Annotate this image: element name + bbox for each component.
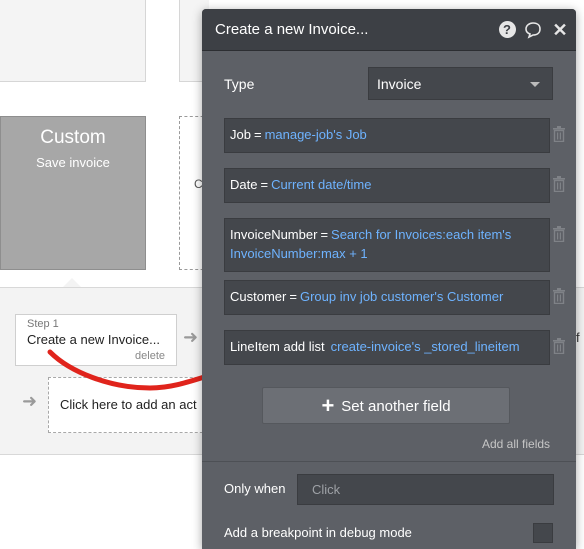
field-row-invoice-number[interactable]: InvoiceNumber = Search for Invoices:each i… <box>224 218 550 272</box>
trash-icon[interactable] <box>552 288 566 304</box>
arrow-right-icon: ➜ <box>183 327 199 347</box>
add-action-text: Click here to add an act <box>60 397 197 412</box>
trash-icon[interactable] <box>552 226 566 242</box>
field-equals: = <box>260 177 269 192</box>
only-when-condition-input[interactable]: Click <box>297 474 554 505</box>
field-name: Date <box>230 177 258 192</box>
step-delete-link[interactable]: delete <box>135 350 165 362</box>
field-value-expression[interactable]: manage-job's Job <box>265 127 367 142</box>
field-row-customer[interactable]: Customer = Group inv job customer's Custom… <box>224 280 550 315</box>
only-when-label: Only when <box>224 481 286 496</box>
trash-icon[interactable] <box>552 338 566 354</box>
arrow-right-icon: ➜ <box>22 391 38 411</box>
trash-icon[interactable] <box>552 126 566 142</box>
add-action-placeholder[interactable]: Click here to add an act <box>48 377 218 433</box>
set-another-field-label: Set another field <box>341 398 451 415</box>
type-dropdown[interactable]: Invoice <box>368 67 553 100</box>
breakpoint-checkbox[interactable] <box>533 523 553 543</box>
field-name: Job <box>230 127 251 142</box>
step-card[interactable]: Step 1 Create a new Invoice... delete <box>15 314 177 366</box>
field-name: InvoiceNumber <box>230 227 318 242</box>
editor-header[interactable]: Create a new Invoice... ? ✕ <box>202 9 576 51</box>
plus-icon: + <box>321 393 335 418</box>
comment-icon[interactable] <box>523 20 543 40</box>
step-number-label: Step 1 <box>27 318 59 330</box>
help-icon[interactable]: ? <box>497 20 517 40</box>
field-equals: = <box>253 127 262 142</box>
clipped-text: f <box>576 330 580 345</box>
editor-title: Create a new Invoice... <box>215 21 369 38</box>
panel-caret <box>63 278 81 287</box>
editor-divider <box>202 461 576 462</box>
close-icon[interactable]: ✕ <box>550 20 570 40</box>
type-dropdown-value: Invoice <box>377 76 422 92</box>
field-name: LineItem add list <box>230 339 325 354</box>
set-another-field-button[interactable]: + Set another field <box>262 387 510 424</box>
custom-event-block[interactable]: Custom Save invoice <box>0 116 146 270</box>
custom-event-title: Custom <box>40 127 106 148</box>
event-block-top-left[interactable] <box>0 0 146 82</box>
step-title: Create a new Invoice... <box>27 332 160 347</box>
trash-icon[interactable] <box>552 176 566 192</box>
field-equals: = <box>320 227 329 242</box>
add-all-fields-link[interactable]: Add all fields <box>482 437 550 451</box>
field-value-expression[interactable]: Group inv job customer's Customer <box>300 289 503 304</box>
field-row-line-item[interactable]: LineItem add list create-invoice's _store… <box>224 330 550 365</box>
custom-event-subtitle: Save invoice <box>36 155 110 170</box>
field-row-date[interactable]: Date = Current date/time <box>224 168 550 203</box>
field-value-expression[interactable]: Current date/time <box>271 177 371 192</box>
field-row-job[interactable]: Job = manage-job's Job <box>224 118 550 153</box>
breakpoint-label: Add a breakpoint in debug mode <box>224 525 412 540</box>
field-name: Customer <box>230 289 287 304</box>
type-label: Type <box>224 76 255 92</box>
chevron-down-icon <box>530 82 540 87</box>
action-editor-window[interactable]: Create a new Invoice... ? ✕ Type Invoice… <box>202 9 576 549</box>
field-value-expression[interactable]: create-invoice's _stored_lineitem <box>331 339 520 354</box>
field-equals: = <box>289 289 297 304</box>
